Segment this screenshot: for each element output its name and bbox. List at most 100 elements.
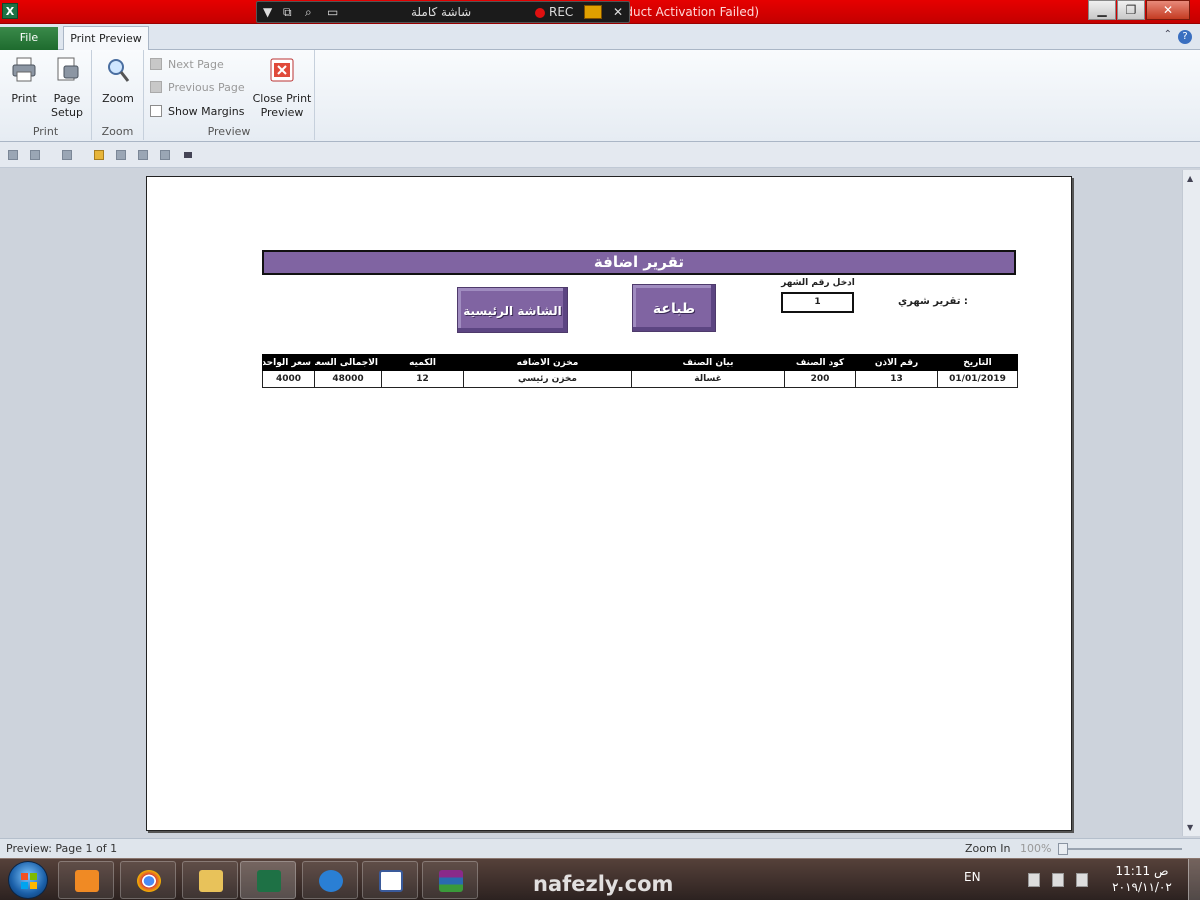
- table-cell: 01/01/2019: [937, 370, 1018, 388]
- zoom-group-label: Zoom: [101, 125, 134, 138]
- taskbar-chrome[interactable]: [120, 861, 176, 899]
- excel-icon[interactable]: X: [2, 3, 18, 19]
- dropdown-icon[interactable]: ▼: [263, 5, 272, 19]
- customize-qat-icon[interactable]: [184, 152, 192, 158]
- taskbar-excel[interactable]: [240, 861, 296, 899]
- tab-print-preview[interactable]: Print Preview: [63, 26, 149, 51]
- minimize-button[interactable]: ▁: [1088, 0, 1116, 20]
- column-header: مخزن الاضافه: [463, 354, 632, 371]
- restore-icon[interactable]: ⧉: [283, 5, 292, 20]
- battery-icon[interactable]: [1052, 873, 1064, 887]
- clock-date: ٢٠١٩/١١/٠٢: [1112, 880, 1172, 894]
- ribbon-tabs: File Print Preview ⌃ ?: [0, 24, 1200, 51]
- vertical-scrollbar[interactable]: ▲ ▼: [1182, 170, 1200, 836]
- scroll-down-icon[interactable]: ▼: [1187, 823, 1193, 832]
- month-input[interactable]: 1: [781, 292, 854, 313]
- page-setup-label-1: Page: [53, 92, 81, 105]
- report-title: تقرير اضافة: [262, 250, 1016, 275]
- volume-icon[interactable]: [1076, 873, 1088, 887]
- form-icon[interactable]: [138, 150, 148, 160]
- close-icon[interactable]: ✕: [613, 5, 623, 19]
- save-icon[interactable]: [8, 150, 18, 160]
- table-cell: 12: [381, 370, 464, 388]
- previous-page-icon: [150, 81, 162, 93]
- window-icon[interactable]: ▭: [327, 5, 338, 19]
- print-group-label: Print: [32, 125, 59, 138]
- table-header-row: التاريخ رقم الاذن كود الصنف بيان الصنف م…: [262, 354, 1018, 371]
- clock-time: 11:11 ص: [1115, 864, 1169, 878]
- close-print-preview-button[interactable]: Close Print Preview: [252, 56, 312, 120]
- status-bar: Preview: Page 1 of 1 Zoom In 100%: [0, 838, 1200, 858]
- taskbar-explorer[interactable]: [182, 861, 238, 899]
- zoom-slider-knob[interactable]: [1058, 843, 1068, 855]
- recorder-mode-label[interactable]: شاشة كاملة: [411, 5, 471, 19]
- report-table: التاريخ رقم الاذن كود الصنف بيان الصنف م…: [262, 354, 1018, 388]
- tab-file[interactable]: File: [0, 27, 58, 50]
- close-window-button[interactable]: ✕: [1146, 0, 1190, 20]
- magnifier-icon[interactable]: ⌕: [305, 5, 312, 20]
- start-button[interactable]: [8, 861, 48, 899]
- quick-access-toolbar: [0, 142, 1200, 168]
- page-setup-button[interactable]: Page Setup: [48, 56, 86, 120]
- record-icon[interactable]: [535, 8, 545, 18]
- taskbar-ie[interactable]: [302, 861, 358, 899]
- camera-icon[interactable]: [584, 5, 602, 19]
- clock[interactable]: 11:11 ص ٢٠١٩/١١/٠٢: [1106, 863, 1178, 895]
- undo-icon[interactable]: [30, 150, 40, 160]
- zoom-in-button[interactable]: Zoom In: [965, 842, 1010, 855]
- magnifier-icon: [108, 59, 130, 82]
- chart-icon[interactable]: [116, 150, 126, 160]
- zoom-button[interactable]: Zoom: [100, 56, 136, 106]
- page-setup-label-2: Setup: [50, 106, 84, 119]
- report-print-button[interactable]: طباعة: [632, 284, 716, 332]
- main-screen-button[interactable]: الشاشة الرئيسية: [457, 287, 568, 333]
- ie-icon: [319, 870, 343, 892]
- language-indicator[interactable]: EN: [964, 870, 981, 884]
- window-title: oduct Activation Failed): [618, 5, 760, 19]
- zoom-group: Zoom Zoom: [92, 50, 144, 140]
- close-preview-icon: [270, 58, 294, 82]
- ribbon: Print Page Setup Print Zoom Zoom Preview…: [0, 50, 1200, 142]
- table-cell: 48000: [314, 370, 382, 388]
- scroll-up-icon[interactable]: ▲: [1187, 174, 1193, 183]
- table-row: 01/01/2019 13 200 غسالة مخزن رئيسي 12 48…: [262, 370, 1018, 388]
- monthly-report-label: تقرير شهري :: [898, 296, 968, 307]
- zoom-slider[interactable]: [1062, 848, 1182, 850]
- next-page-label: Next Page: [168, 58, 224, 71]
- winrar-icon: [439, 870, 463, 892]
- preview-status: Preview: Page 1 of 1: [6, 842, 118, 855]
- print-group: Print Page Setup Print: [0, 50, 92, 140]
- table-cell: غسالة: [631, 370, 785, 388]
- folder-icon[interactable]: [94, 150, 104, 160]
- redo-icon[interactable]: [62, 150, 72, 160]
- minimize-ribbon-icon[interactable]: ⌃: [1164, 29, 1172, 40]
- column-header: رقم الاذن: [855, 354, 938, 371]
- month-prompt-label: ادخل رقم الشهر: [781, 278, 855, 288]
- media-player-icon: [75, 870, 99, 892]
- calendar-icon: [379, 870, 403, 892]
- print-button[interactable]: Print: [6, 56, 42, 106]
- column-header: الكميه: [381, 354, 464, 371]
- preview-group-label: Preview: [207, 125, 251, 138]
- previous-page-label: Previous Page: [168, 81, 245, 94]
- help-icon[interactable]: ?: [1178, 30, 1192, 44]
- next-page-icon: [150, 58, 162, 70]
- rec-label[interactable]: REC: [549, 5, 573, 19]
- previous-page-button[interactable]: Previous Page: [150, 81, 245, 99]
- taskbar-calendar[interactable]: [362, 861, 418, 899]
- table-icon[interactable]: [160, 150, 170, 160]
- zoom-percent[interactable]: 100%: [1020, 842, 1051, 855]
- column-header: التاريخ: [937, 354, 1018, 371]
- chrome-icon: [137, 870, 161, 892]
- action-center-icon[interactable]: [1028, 873, 1040, 887]
- table-cell: 200: [784, 370, 856, 388]
- show-margins-checkbox[interactable]: Show Margins: [150, 105, 244, 123]
- maximize-button[interactable]: ❐: [1117, 0, 1145, 20]
- table-cell: 13: [855, 370, 938, 388]
- show-desktop-button[interactable]: [1188, 859, 1200, 900]
- next-page-button[interactable]: Next Page: [150, 58, 224, 76]
- explorer-icon: [199, 870, 223, 892]
- taskbar-winrar[interactable]: [422, 861, 478, 899]
- watermark: nafezly.com: [533, 872, 674, 896]
- taskbar-media-player[interactable]: [58, 861, 114, 899]
